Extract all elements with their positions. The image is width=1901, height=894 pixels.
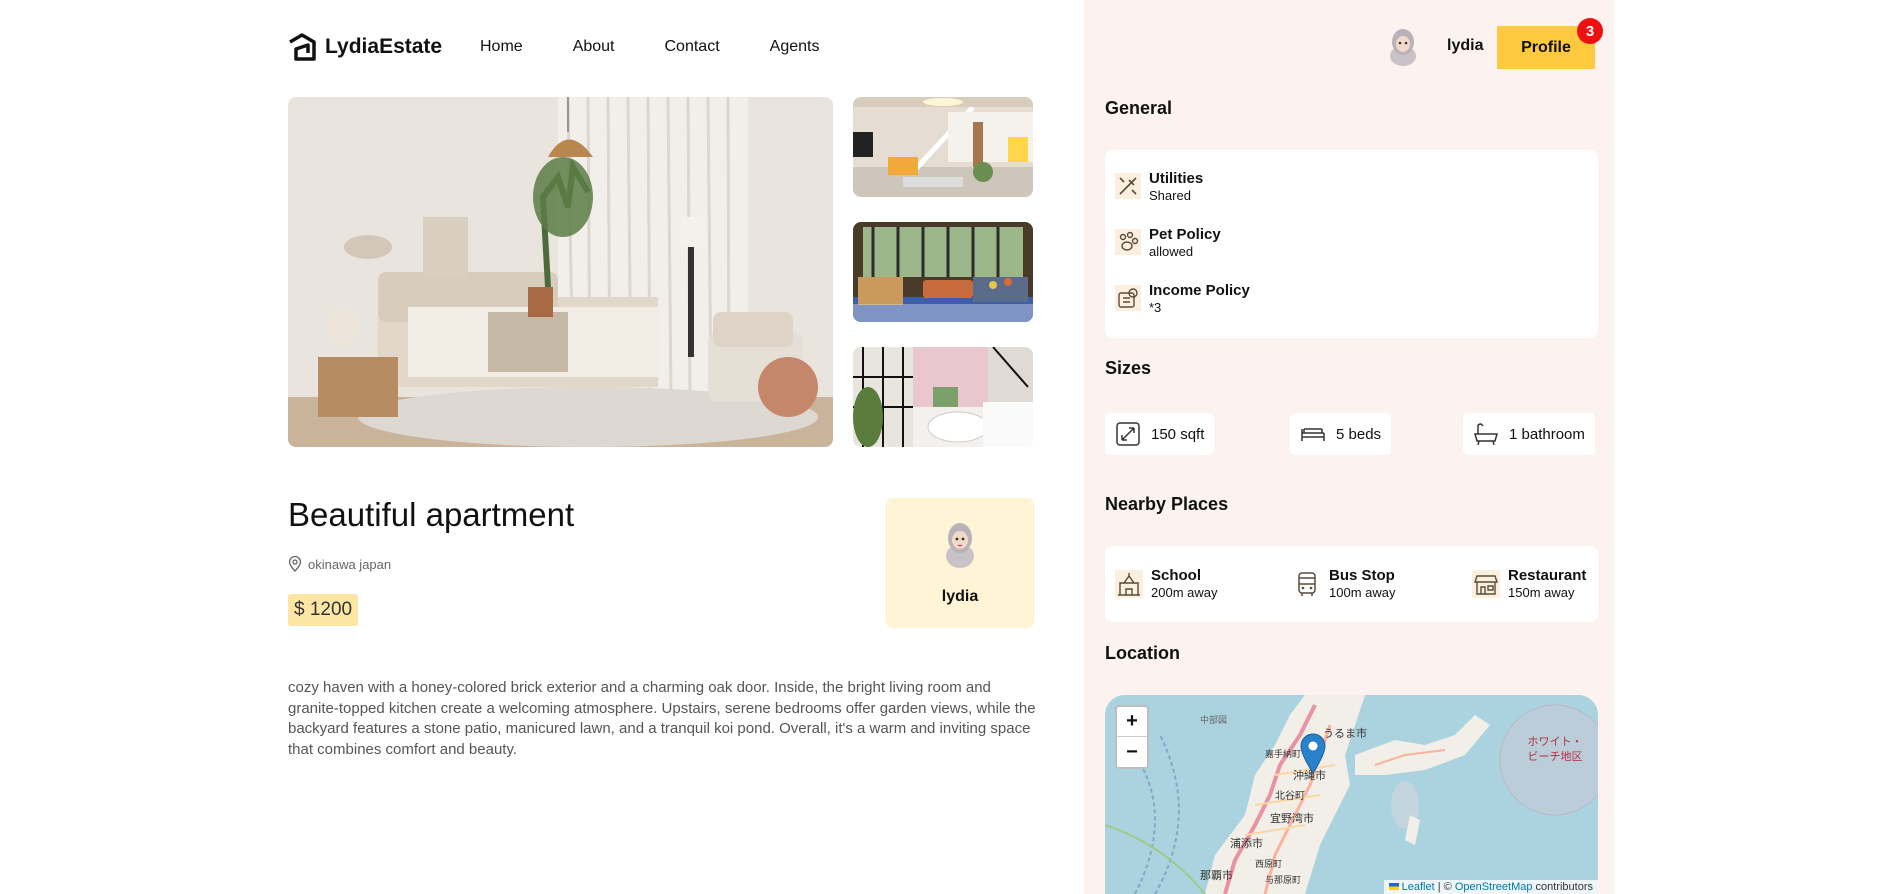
map-label: ホワイト・ビーチ地区 <box>1527 736 1583 763</box>
nearby-label: Restaurant <box>1508 567 1587 584</box>
listing-location: okinawa japan <box>288 556 391 572</box>
map-label: 浦添市 <box>1230 838 1263 850</box>
user-name: lydia <box>1447 37 1484 54</box>
general-label: Pet Policy <box>1149 226 1221 243</box>
nearby-distance: 200m away <box>1151 585 1218 600</box>
map-label: 宜野湾市 <box>1270 813 1314 825</box>
school-icon <box>1115 570 1143 598</box>
main-nav: Home About Contact Agents <box>480 38 869 56</box>
page: LydiaEstate Home About Contact Agents ly… <box>0 0 1901 894</box>
listing-title: Beautiful apartment <box>288 496 575 533</box>
user-menu[interactable]: lydia <box>1385 26 1483 66</box>
paw-icon <box>1115 229 1141 255</box>
map-attribution: Leaflet | © OpenStreetMap contributors <box>1383 880 1598 894</box>
agent-card[interactable]: lydia <box>885 498 1035 628</box>
nearby-label: School <box>1151 567 1202 584</box>
brand-name: LydiaEstate <box>325 35 443 58</box>
section-title-sizes: Sizes <box>1105 358 1152 378</box>
nearby-restaurant: Restaurant 150m away <box>1472 567 1586 601</box>
bath-icon <box>1474 423 1498 446</box>
avatar <box>1390 29 1416 66</box>
thumbnail-living-room[interactable] <box>853 97 1033 197</box>
nav-agents[interactable]: Agents <box>770 38 820 56</box>
nearby-bus-stop: Bus Stop 100m away <box>1293 567 1395 601</box>
size-label: 1 bathroom <box>1509 425 1585 443</box>
section-title-nearby: Nearby Places <box>1105 494 1229 514</box>
size-beds: 5 beds <box>1290 413 1392 455</box>
bed-icon <box>1301 428 1325 441</box>
money-icon <box>1115 285 1141 311</box>
agent-name: lydia <box>941 588 979 605</box>
map-label: 西原町 <box>1255 859 1283 869</box>
general-item-income-policy: Income Policy *3 <box>1115 282 1250 316</box>
nav-about[interactable]: About <box>573 38 615 56</box>
location-pin-icon <box>288 556 302 572</box>
attribution-separator: | © <box>1434 881 1455 893</box>
nearby-label: Bus Stop <box>1329 567 1395 584</box>
general-label: Utilities <box>1149 170 1204 187</box>
map-label: 北谷町 <box>1275 791 1305 802</box>
zoom-out-button[interactable]: − <box>1117 737 1147 767</box>
logo-icon <box>289 33 316 61</box>
bus-icon <box>1298 572 1316 596</box>
price-tag: $ 1200 <box>288 594 359 626</box>
general-item-utilities: Utilities Shared <box>1115 170 1203 204</box>
notification-badge: 3 <box>1577 18 1603 44</box>
lounge-image <box>853 222 1033 322</box>
map-label: 与那原町 <box>1265 875 1302 885</box>
general-value: *3 <box>1149 300 1162 315</box>
map-label: 中部図 <box>1200 715 1228 725</box>
map-zoom-controls: + − <box>1115 705 1149 769</box>
size-label: 5 beds <box>1336 425 1382 443</box>
map-label: うるま市 <box>1323 728 1367 740</box>
tools-icon <box>1115 173 1141 199</box>
attribution-tail: contributors <box>1532 881 1593 893</box>
general-label: Income Policy <box>1149 282 1250 299</box>
general-item-pet-policy: Pet Policy allowed <box>1115 226 1221 260</box>
nav-home[interactable]: Home <box>480 38 523 56</box>
restaurant-icon <box>1472 570 1500 598</box>
bathroom-image <box>853 347 1033 447</box>
nav-contact[interactable]: Contact <box>665 38 720 56</box>
map-marker-icon[interactable] <box>1300 733 1326 773</box>
main-photo-bedroom[interactable] <box>288 97 833 447</box>
bedroom-image <box>288 97 833 447</box>
avatar <box>946 523 974 568</box>
section-title-location: Location <box>1105 643 1180 663</box>
living-room-image <box>853 97 1033 197</box>
general-value: Shared <box>1149 188 1191 203</box>
general-card: Utilities Shared Pet Policy allowed Income… <box>1105 150 1598 338</box>
ukraine-flag-icon <box>1388 883 1399 890</box>
zoom-in-button[interactable]: + <box>1117 707 1147 737</box>
thumbnail-bathroom[interactable] <box>853 347 1033 447</box>
osm-link[interactable]: OpenStreetMap <box>1455 881 1533 893</box>
nearby-distance: 100m away <box>1329 585 1396 600</box>
thumbnail-lounge[interactable] <box>853 222 1033 322</box>
nearby-distance: 150m away <box>1508 585 1575 600</box>
general-value: allowed <box>1149 244 1194 259</box>
map-label: 嘉手納町 <box>1265 749 1302 759</box>
size-label: 150 sqft <box>1151 425 1205 443</box>
nearby-school: School 200m away <box>1115 567 1217 601</box>
size-bathroom: 1 bathroom <box>1463 413 1595 455</box>
area-icon <box>1116 422 1140 446</box>
map-label: 那覇市 <box>1200 870 1233 882</box>
brand-logo[interactable]: LydiaEstate <box>287 32 442 62</box>
listing-description: cozy haven with a honey-colored brick ex… <box>288 679 1036 758</box>
size-area: 150 sqft <box>1105 413 1215 455</box>
leaflet-link[interactable]: Leaflet <box>1402 881 1435 893</box>
location-text: okinawa japan <box>308 556 392 572</box>
location-map[interactable]: うるま市 沖縄市 北谷町 宜野湾市 浦添市 西原町 那覇市 与那原町 嘉手納町 … <box>1105 695 1598 894</box>
section-title-general: General <box>1105 98 1173 118</box>
